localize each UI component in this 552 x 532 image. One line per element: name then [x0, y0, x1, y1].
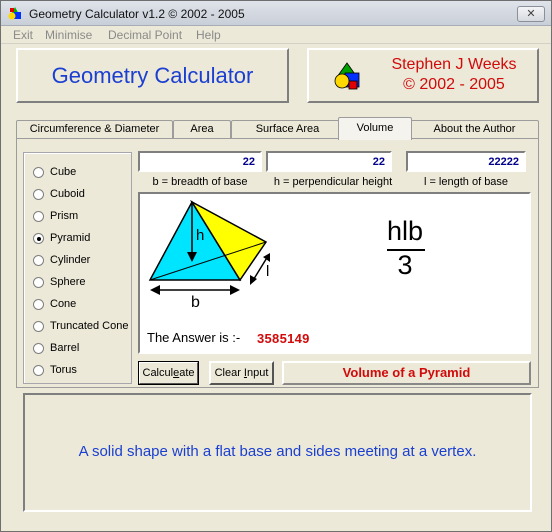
label-l: l — [266, 263, 269, 280]
answer-value: 3585149 — [257, 331, 310, 346]
pyramid-drawing: h b l — [148, 200, 270, 311]
tab-circumference-diameter[interactable]: Circumference & Diameter — [16, 120, 173, 139]
radio-button[interactable] — [33, 365, 44, 376]
menu-help[interactable]: Help — [196, 28, 221, 42]
close-button[interactable]: ✕ — [517, 6, 545, 22]
app-name: Geometry Calculator — [51, 63, 254, 88]
menu-decimal-point[interactable]: Decimal Point — [108, 28, 182, 42]
radio-button[interactable] — [33, 321, 44, 332]
tab-surface-area[interactable]: Surface Area — [231, 120, 344, 139]
radio-label: Prism — [50, 210, 79, 222]
shape-radio-group: Cube Cuboid Prism Pyramid Cylinder Spher… — [23, 152, 132, 384]
shape-description: A solid shape with a flat base and sides… — [78, 443, 477, 460]
radio-button[interactable] — [33, 299, 44, 310]
description-panel: A solid shape with a flat base and sides… — [23, 393, 532, 512]
window-title: Geometry Calculator v1.2 © 2002 - 2005 — [29, 7, 245, 21]
formula-numerator: hlb — [386, 216, 424, 246]
radio-label: Cube — [50, 166, 77, 178]
height-input[interactable]: 22 — [266, 151, 392, 172]
clear-input-button-label: Clear Input — [214, 367, 269, 379]
formula-denominator: 3 — [397, 250, 413, 280]
menu-bar: Exit Minimise Decimal Point Help — [1, 26, 551, 44]
tab-area[interactable]: Area — [173, 120, 231, 139]
breadth-label: b = breadth of base — [152, 176, 248, 188]
author-years: © 2002 - 2005 — [403, 76, 505, 93]
app-window: Geometry Calculator v1.2 © 2002 - 2005 ✕… — [0, 0, 552, 532]
title-bar[interactable]: Geometry Calculator v1.2 © 2002 - 2005 ✕ — [1, 1, 551, 26]
menu-exit[interactable]: Exit — [13, 28, 33, 42]
breadth-arrow-right — [230, 285, 240, 295]
tab-about-the-author[interactable]: About the Author — [410, 120, 539, 139]
tab-volume[interactable]: Volume — [338, 117, 412, 140]
author-panel: Stephen J Weeks © 2002 - 2005 — [307, 48, 539, 103]
calculate-button-label: Calculeate — [142, 367, 195, 379]
clear-input-button[interactable]: Clear Input — [209, 361, 274, 385]
pyramid-diagram: h b l hlb 3 The Answer is :- 3585149 — [138, 192, 531, 354]
radio-label: Torus — [50, 364, 77, 376]
radio-label: Sphere — [50, 276, 86, 288]
radio-button[interactable] — [33, 167, 44, 178]
radio-label: Truncated Cone — [50, 320, 129, 332]
radio-button-selected[interactable] — [33, 233, 44, 244]
length-input[interactable]: 22222 — [406, 151, 526, 172]
radio-label: Cone — [50, 298, 77, 310]
tab-strip: Circumference & Diameter Area Surface Ar… — [16, 117, 539, 140]
shape-title: Volume of a Pyramid — [282, 361, 531, 385]
answer-label: The Answer is :- — [147, 330, 241, 345]
breadth-input[interactable]: 22 — [138, 151, 262, 172]
radio-label: Barrel — [50, 342, 80, 354]
radio-button[interactable] — [33, 343, 44, 354]
breadth-arrow-left — [150, 285, 160, 295]
app-name-panel: Geometry Calculator — [16, 48, 289, 103]
radio-button[interactable] — [33, 211, 44, 222]
label-h: h — [196, 227, 204, 244]
length-label: l = length of base — [423, 176, 509, 188]
menu-minimise[interactable]: Minimise — [45, 28, 92, 42]
radio-label: Cuboid — [50, 188, 85, 200]
height-label: h = perpendicular height — [273, 176, 393, 188]
radio-button[interactable] — [33, 277, 44, 288]
length-arrow-top — [263, 253, 270, 262]
app-icon — [8, 7, 21, 20]
radio-button[interactable] — [33, 189, 44, 200]
shapes-logo-icon — [334, 62, 360, 90]
author-name: Stephen J Weeks — [391, 56, 517, 73]
calculate-button[interactable]: Calculeate — [138, 361, 199, 385]
radio-label: Pyramid — [50, 232, 91, 244]
radio-label: Cylinder — [50, 254, 91, 266]
radio-button[interactable] — [33, 255, 44, 266]
label-b: b — [191, 294, 200, 311]
